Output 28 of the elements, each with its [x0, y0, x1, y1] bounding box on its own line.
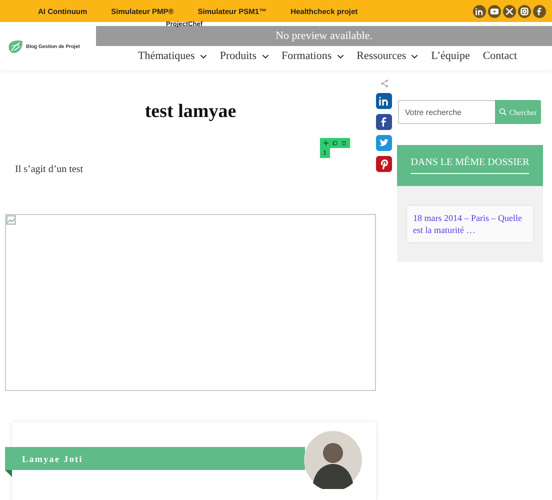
preview-notice: No preview available.: [96, 26, 552, 46]
facebook-icon[interactable]: [376, 114, 392, 130]
move-icon[interactable]: [323, 140, 329, 146]
instagram-icon[interactable]: [518, 4, 531, 18]
pin-icon[interactable]: [376, 156, 392, 172]
linkedin-icon[interactable]: [376, 93, 392, 109]
post-title: test lamyae: [144, 100, 238, 124]
x-icon[interactable]: [503, 4, 516, 18]
nav-item[interactable]: Contact: [482, 50, 518, 62]
linkedin-icon[interactable]: [473, 4, 486, 18]
nav-item[interactable]: Formations: [282, 50, 344, 62]
trash-icon[interactable]: [341, 140, 347, 146]
facebook-icon[interactable]: [533, 4, 546, 18]
nav-item[interactable]: L’équipe: [431, 50, 470, 62]
youtube-icon[interactable]: [488, 4, 501, 18]
article-link[interactable]: 18 mars 2014 – Paris – Quelle est la maturité …: [413, 212, 527, 236]
search-field[interactable]: Votre recherche: [398, 100, 495, 124]
search-icon: [499, 108, 508, 116]
broken-image-icon: [6, 215, 16, 225]
avatar: [304, 431, 362, 489]
copy-icon[interactable]: [332, 140, 338, 146]
nav-item[interactable]: Produits: [220, 50, 269, 62]
bird-icon[interactable]: [376, 135, 392, 151]
panel-title: DANS LE MÊME DOSSIER: [410, 157, 530, 174]
nav-item[interactable]: Ressources: [356, 50, 418, 62]
nav-item[interactable]: Thématiques: [138, 50, 207, 62]
post-text: Il s’agit d’un test: [15, 164, 84, 175]
ribbon-fold: [5, 470, 12, 477]
